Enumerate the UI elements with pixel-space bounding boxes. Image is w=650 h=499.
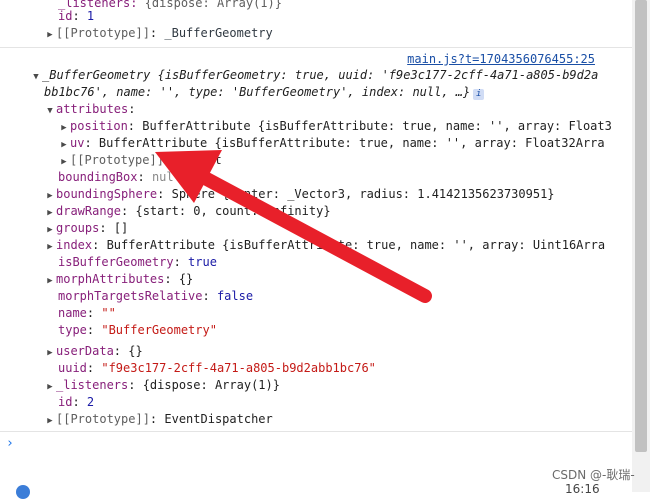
property-value: null [151, 170, 181, 184]
property-key: isBufferGeometry [58, 255, 174, 269]
expand-arrow-icon[interactable]: ▶ [44, 239, 56, 256]
property-value: "f9e3c177-2cff-4a71-a805-b9d2abb1bc76" [101, 361, 376, 375]
property-value: {} [178, 272, 194, 286]
property-value: EventDispatcher [164, 412, 273, 426]
property-key: userData [56, 344, 114, 358]
expand-arrow-icon[interactable]: ▶ [44, 413, 56, 430]
tree-item-listeners[interactable]: ▶ _listeners: {dispose: Array(1)} [44, 377, 280, 394]
property-key: index [56, 238, 93, 252]
property-key: uuid [58, 361, 87, 375]
tree-item-type: type: "BufferGeometry" [58, 323, 217, 337]
console-object-header[interactable]: ▼ _BufferGeometry {isBufferGeometry: true… [30, 67, 598, 84]
property-key: attributes [56, 102, 129, 116]
property-key: morphTargetsRelative [58, 289, 203, 303]
tree-item-boundingsphere[interactable]: ▶ boundingSphere: Sphere {center: _Vector… [44, 186, 555, 203]
property-key: name [58, 306, 87, 320]
property-value: {dispose: Array(1)} [144, 0, 282, 10]
property-value: {dispose: Array(1)} [142, 378, 280, 392]
tree-item-morphattributes[interactable]: ▶ morphAttributes: {} [44, 271, 193, 288]
tree-item-isbuffergeometry: isBufferGeometry: true [58, 255, 217, 269]
expand-arrow-icon[interactable]: ▶ [44, 273, 56, 290]
property-value: 2 [86, 395, 95, 409]
property-value: [] [113, 221, 129, 235]
tree-item-position[interactable]: ▶ position: BufferAttribute {isBufferAttr… [58, 118, 612, 135]
object-preview: {isBufferGeometry: true, uuid: 'f9e3c177… [157, 68, 599, 82]
collapse-arrow-icon[interactable]: ▼ [44, 103, 56, 120]
devtools-console: _listeners: {dispose: Array(1)} id: 1 ▶[… [0, 0, 632, 492]
property-value: "BufferGeometry" [101, 323, 217, 337]
tree-item-morphtargetsrelative: morphTargetsRelative: false [58, 289, 254, 303]
console-line-id-prev: id: 1 [58, 9, 95, 23]
property-key: id [58, 9, 73, 23]
tree-item-groups[interactable]: ▶ groups: [] [44, 220, 128, 237]
property-key: uv [70, 136, 85, 150]
expand-arrow-icon[interactable]: ▶ [44, 345, 56, 362]
property-key: boundingBox [58, 170, 138, 184]
vertical-scrollbar[interactable] [632, 0, 650, 492]
property-key: position [70, 119, 128, 133]
watermark-text: CSDN @-耿瑞- [552, 468, 635, 482]
property-value: Object [178, 153, 222, 167]
collapse-arrow-icon[interactable]: ▼ [30, 69, 42, 86]
property-key: drawRange [56, 204, 122, 218]
property-value: false [216, 289, 254, 303]
property-value: BufferAttribute {isBufferAttribute: true… [106, 238, 606, 252]
console-line-prototype-prev[interactable]: ▶ [[Prototype]]: _BufferGeometry [44, 25, 273, 44]
tree-item-name: name: "" [58, 306, 116, 320]
property-key: [[Prototype]] [70, 153, 164, 167]
object-preview-text: bb1bc76', name: '', type: 'BufferGeometr… [44, 85, 471, 99]
tree-item-userdata[interactable]: ▶ userData: {} [44, 343, 143, 362]
tree-item-prototype[interactable]: ▶ [[Prototype]]: EventDispatcher [44, 411, 273, 430]
watermark-clock-text: 16:16 [565, 482, 600, 496]
info-icon[interactable]: i [473, 89, 485, 100]
property-value: BufferAttribute {isBufferAttribute: true… [98, 136, 605, 150]
log-separator [0, 431, 632, 432]
property-key: [[Prototype]] [56, 412, 150, 426]
property-key: boundingSphere [56, 187, 158, 201]
property-key: morphAttributes [56, 272, 165, 286]
property-value: _BufferGeometry [164, 26, 273, 40]
property-value: {start: 0, count: Infinity} [135, 204, 331, 218]
tree-item-attributes-prototype[interactable]: ▶ [[Prototype]]: Object [58, 152, 222, 169]
property-value: {} [128, 344, 143, 358]
property-value: BufferAttribute {isBufferAttribute: true… [142, 119, 612, 133]
property-value: Sphere {center: _Vector3, radius: 1.4142… [171, 187, 555, 201]
object-class-name: _BufferGeometry [42, 68, 151, 82]
property-value: 1 [86, 9, 95, 23]
tree-item-drawrange[interactable]: ▶ drawRange: {start: 0, count: Infinity} [44, 203, 331, 220]
property-key: type [58, 323, 87, 337]
scrollbar-thumb[interactable] [635, 0, 647, 452]
tree-item-uv[interactable]: ▶ uv: BufferAttribute {isBufferAttribute:… [58, 135, 605, 152]
property-key: _listeners [56, 378, 129, 392]
tree-item-id: id: 2 [58, 395, 95, 409]
property-key: [[Prototype]] [56, 26, 150, 40]
console-prompt-chevron-icon[interactable]: › [6, 436, 14, 451]
expand-arrow-icon[interactable]: ▶ [44, 379, 56, 396]
tree-item-boundingbox: boundingBox: null [58, 170, 181, 184]
log-separator [0, 47, 632, 48]
property-key: id [58, 395, 73, 409]
tree-item-attributes[interactable]: ▼ attributes: [44, 101, 135, 118]
tree-item-uuid: uuid: "f9e3c177-2cff-4a71-a805-b9d2abb1b… [58, 361, 376, 375]
source-link[interactable]: main.js?t=1704356076455:25 [407, 52, 595, 66]
expand-arrow-icon[interactable]: ▶ [44, 27, 56, 44]
property-key: groups [56, 221, 100, 235]
property-value: true [188, 255, 217, 269]
tree-item-index[interactable]: ▶ index: BufferAttribute {isBufferAttribu… [44, 237, 605, 254]
taskbar-app-icon[interactable] [16, 485, 30, 499]
object-preview-continued: bb1bc76', name: '', type: 'BufferGeometr… [44, 84, 485, 101]
property-value: "" [101, 306, 116, 320]
